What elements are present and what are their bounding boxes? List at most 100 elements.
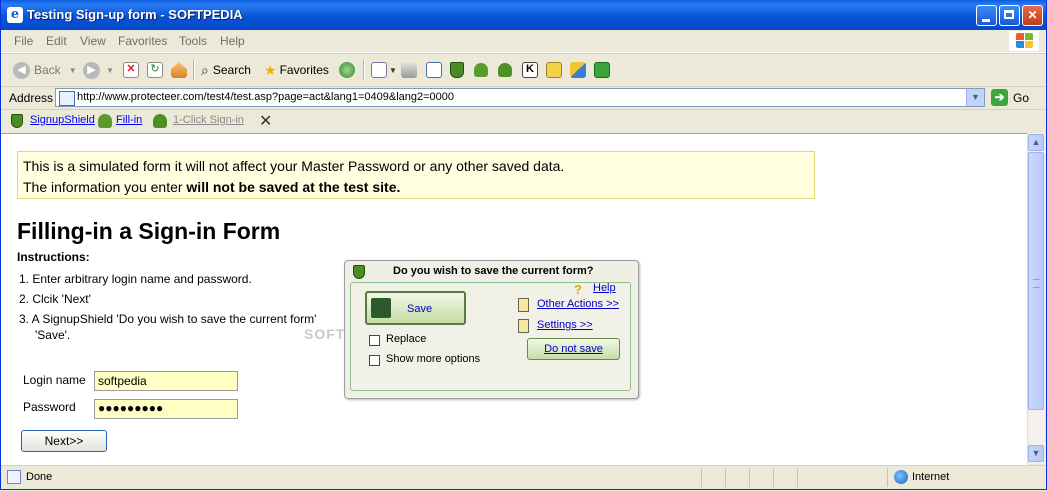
settings-icon — [518, 319, 529, 333]
refresh-button[interactable]: ↻ — [147, 61, 163, 79]
step-2: 2. Clcik 'Next' — [19, 292, 91, 306]
minimize-icon — [982, 19, 990, 22]
other-actions-icon — [518, 298, 529, 312]
signupshield-button[interactable] — [450, 61, 464, 79]
go-button[interactable]: Go — [1013, 91, 1029, 105]
close-bar-icon[interactable]: ✕ — [259, 111, 272, 131]
menu-tools[interactable]: Tools — [179, 34, 207, 48]
standard-toolbar: ◀ Back ▼ ▶ ▼ ✕ ↻ ⌕ Search ★ Favorites ▼ … — [1, 53, 1046, 87]
status-text: Done — [26, 471, 53, 483]
replace-checkbox[interactable] — [369, 335, 380, 346]
signupshield-bar: SignupShield Fill-in 1-Click Sign-in ✕ — [1, 110, 1046, 132]
replace-label: Replace — [386, 333, 427, 345]
maximize-icon — [1004, 10, 1014, 19]
popup-panel: Save Replace Show more options ? Help Ot… — [350, 282, 631, 391]
menu-favorites[interactable]: Favorites — [118, 34, 167, 48]
step-3: 3. A SignupShield 'Do you wish to save t… — [19, 312, 317, 326]
do-not-save-button[interactable]: Do not save — [527, 338, 620, 360]
edit-page-icon — [426, 62, 442, 78]
ie-icon: e — [7, 7, 23, 23]
fillin-button[interactable] — [474, 61, 488, 79]
help-link[interactable]: Help — [593, 282, 616, 294]
scroll-thumb[interactable] — [1028, 152, 1044, 410]
printer-icon — [401, 62, 417, 78]
browser-window: e Testing Sign-up form - SOFTPEDIA ✕ Fil… — [0, 0, 1047, 490]
windows-logo-icon — [1009, 31, 1039, 51]
messenger-icon — [594, 62, 610, 78]
stop-button[interactable]: ✕ — [123, 61, 139, 79]
signupshield-link[interactable]: SignupShield — [30, 114, 95, 126]
internet-globe-icon — [894, 470, 908, 484]
chevron-down-icon: ▼ — [106, 65, 114, 75]
other-actions-link[interactable]: Other Actions >> — [537, 298, 619, 310]
notice-line-1: This is a simulated form it will not aff… — [23, 158, 565, 174]
home-button[interactable] — [171, 61, 187, 79]
notice-line-2-text: The information you enter — [23, 179, 187, 195]
tool-notes-button[interactable] — [546, 61, 562, 79]
fill-in-icon — [474, 63, 488, 77]
back-button[interactable]: ◀ Back ▼ — [13, 61, 77, 79]
address-dropdown-icon[interactable]: ▼ — [966, 89, 984, 106]
step-3-continued: 'Save'. — [35, 328, 71, 342]
search-button[interactable]: ⌕ Search — [201, 61, 251, 79]
refresh-icon: ↻ — [147, 62, 163, 78]
title-bar: e Testing Sign-up form - SOFTPEDIA ✕ — [1, 0, 1046, 30]
forward-button[interactable]: ▶ ▼ — [83, 61, 114, 79]
password-input[interactable]: ●●●●●●●●● — [94, 399, 238, 419]
settings-link[interactable]: Settings >> — [537, 319, 593, 331]
url-text[interactable]: http://www.protecteer.com/test4/test.asp… — [77, 91, 454, 103]
step-1: 1. Enter arbitrary login name and passwo… — [19, 272, 252, 286]
page-done-icon — [7, 470, 21, 484]
address-label: Address — [9, 91, 54, 105]
menu-help[interactable]: Help — [220, 34, 245, 48]
favorites-button[interactable]: ★ Favorites — [264, 61, 329, 79]
go-arrow-icon[interactable]: ➔ — [991, 89, 1008, 106]
tool-messenger-button[interactable] — [594, 61, 610, 79]
print-button[interactable] — [401, 61, 417, 79]
vertical-scrollbar[interactable]: ▲ ▼ — [1027, 133, 1045, 464]
popup-title: Do you wish to save the current form? — [393, 265, 594, 277]
shield-icon — [353, 265, 365, 279]
oneclick-button[interactable] — [498, 61, 512, 79]
scroll-down-icon[interactable]: ▼ — [1028, 445, 1044, 462]
next-button[interactable]: Next>> — [21, 430, 107, 452]
login-input[interactable]: softpedia — [94, 371, 238, 391]
save-button[interactable]: Save — [365, 291, 466, 325]
save-button-label: Save — [407, 303, 433, 315]
back-label: Back — [34, 63, 61, 77]
password-label: Password — [23, 400, 76, 414]
back-arrow-icon: ◀ — [13, 61, 30, 79]
show-more-options-label: Show more options — [386, 353, 481, 365]
tool-puzzle-button[interactable] — [570, 61, 586, 79]
maximize-button[interactable] — [999, 5, 1020, 26]
one-click-link[interactable]: 1-Click Sign-in — [173, 114, 244, 126]
search-label: Search — [212, 63, 251, 77]
address-input[interactable]: http://www.protecteer.com/test4/test.asp… — [55, 88, 985, 107]
help-icon: ? — [574, 282, 582, 297]
scroll-up-icon[interactable]: ▲ — [1028, 134, 1044, 151]
security-zone: Internet — [912, 471, 950, 483]
menu-file[interactable]: File — [14, 34, 33, 48]
login-label: Login name — [23, 373, 86, 387]
menu-edit[interactable]: Edit — [46, 34, 67, 48]
notes-icon — [546, 62, 562, 78]
close-button[interactable]: ✕ — [1022, 5, 1043, 26]
stop-icon: ✕ — [123, 62, 139, 78]
shield-icon — [450, 62, 464, 78]
floppy-disk-icon — [371, 298, 391, 318]
mail-button[interactable]: ▼ — [371, 61, 397, 79]
one-click-icon — [498, 63, 512, 77]
show-more-options-checkbox[interactable] — [369, 355, 380, 366]
puzzle-icon — [570, 62, 586, 78]
grip-icon — [1033, 279, 1040, 288]
tool-k-button[interactable]: K — [522, 61, 538, 79]
fill-in-link[interactable]: Fill-in — [116, 114, 142, 126]
address-bar: Address http://www.protecteer.com/test4/… — [1, 86, 1046, 110]
history-button[interactable] — [339, 61, 355, 79]
window-title: Testing Sign-up form - SOFTPEDIA — [27, 7, 243, 22]
history-icon — [339, 62, 355, 78]
minimize-button[interactable] — [976, 5, 997, 26]
menu-view[interactable]: View — [80, 34, 106, 48]
edit-button[interactable] — [426, 61, 442, 79]
menu-bar: File Edit View Favorites Tools Help — [1, 30, 1046, 53]
